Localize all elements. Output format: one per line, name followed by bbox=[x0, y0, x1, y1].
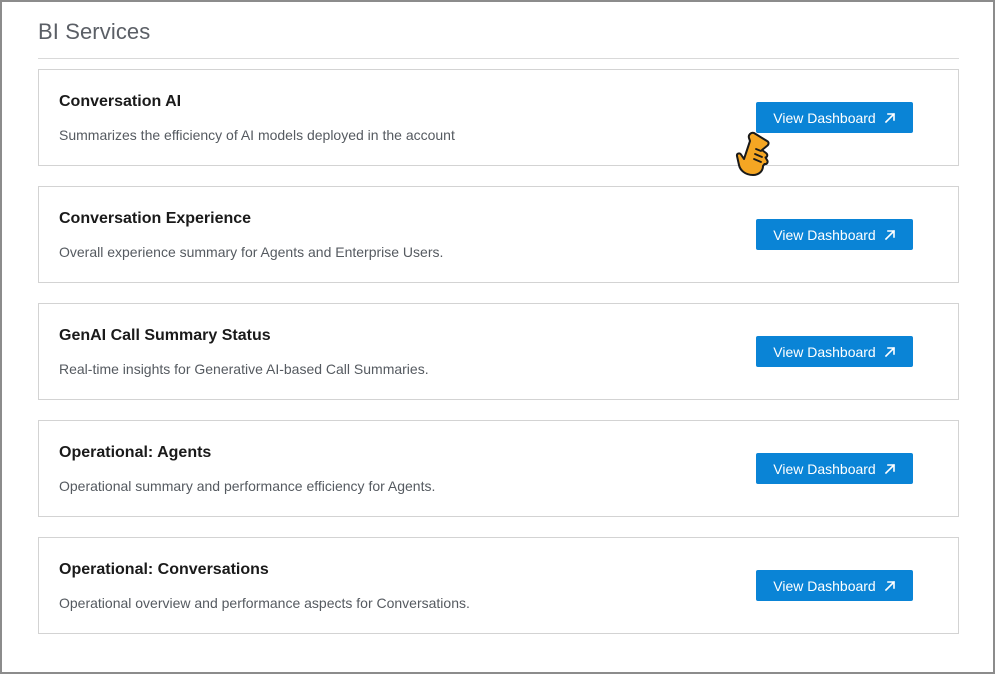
service-card-conversation-ai: Conversation AI Summarizes the efficienc… bbox=[38, 69, 959, 166]
view-dashboard-label: View Dashboard bbox=[773, 343, 876, 360]
service-card-operational-conversations: Operational: Conversations Operational o… bbox=[38, 537, 959, 634]
service-card-genai-call-summary-status: GenAI Call Summary Status Real-time insi… bbox=[38, 303, 959, 400]
service-card-title: Conversation AI bbox=[59, 93, 182, 110]
external-link-arrow-icon bbox=[884, 346, 896, 358]
view-dashboard-label: View Dashboard bbox=[773, 226, 876, 243]
service-card-title: Operational: Agents bbox=[59, 444, 212, 461]
service-card-title: GenAI Call Summary Status bbox=[59, 327, 271, 344]
service-card-title: Operational: Conversations bbox=[59, 561, 269, 578]
view-dashboard-button-operational-conversations[interactable]: View Dashboard bbox=[756, 570, 913, 601]
view-dashboard-label: View Dashboard bbox=[773, 109, 876, 126]
service-card-list: Conversation AI Summarizes the efficienc… bbox=[38, 69, 959, 654]
external-link-arrow-icon bbox=[884, 229, 896, 241]
service-card-description: Real-time insights for Generative AI-bas… bbox=[59, 361, 429, 377]
service-card-description: Operational overview and performance asp… bbox=[59, 595, 470, 611]
service-card-operational-agents: Operational: Agents Operational summary … bbox=[38, 420, 959, 517]
view-dashboard-button-genai-call-summary-status[interactable]: View Dashboard bbox=[756, 336, 913, 367]
service-card-description: Overall experience summary for Agents an… bbox=[59, 244, 444, 260]
external-link-arrow-icon bbox=[884, 463, 896, 475]
service-card-description: Operational summary and performance effi… bbox=[59, 478, 436, 494]
service-card-title: Conversation Experience bbox=[59, 210, 252, 227]
title-divider bbox=[38, 58, 959, 59]
page-title: BI Services bbox=[38, 19, 151, 44]
external-link-arrow-icon bbox=[884, 580, 896, 592]
view-dashboard-button-conversation-experience[interactable]: View Dashboard bbox=[756, 219, 913, 250]
view-dashboard-label: View Dashboard bbox=[773, 577, 876, 594]
view-dashboard-button-operational-agents[interactable]: View Dashboard bbox=[756, 453, 913, 484]
bi-services-panel: BI Services Conversation AI Summarizes t… bbox=[0, 0, 995, 674]
service-card-conversation-experience: Conversation Experience Overall experien… bbox=[38, 186, 959, 283]
service-card-description: Summarizes the efficiency of AI models d… bbox=[59, 127, 455, 143]
view-dashboard-button-conversation-ai[interactable]: View Dashboard bbox=[756, 102, 913, 133]
view-dashboard-label: View Dashboard bbox=[773, 460, 876, 477]
external-link-arrow-icon bbox=[884, 112, 896, 124]
